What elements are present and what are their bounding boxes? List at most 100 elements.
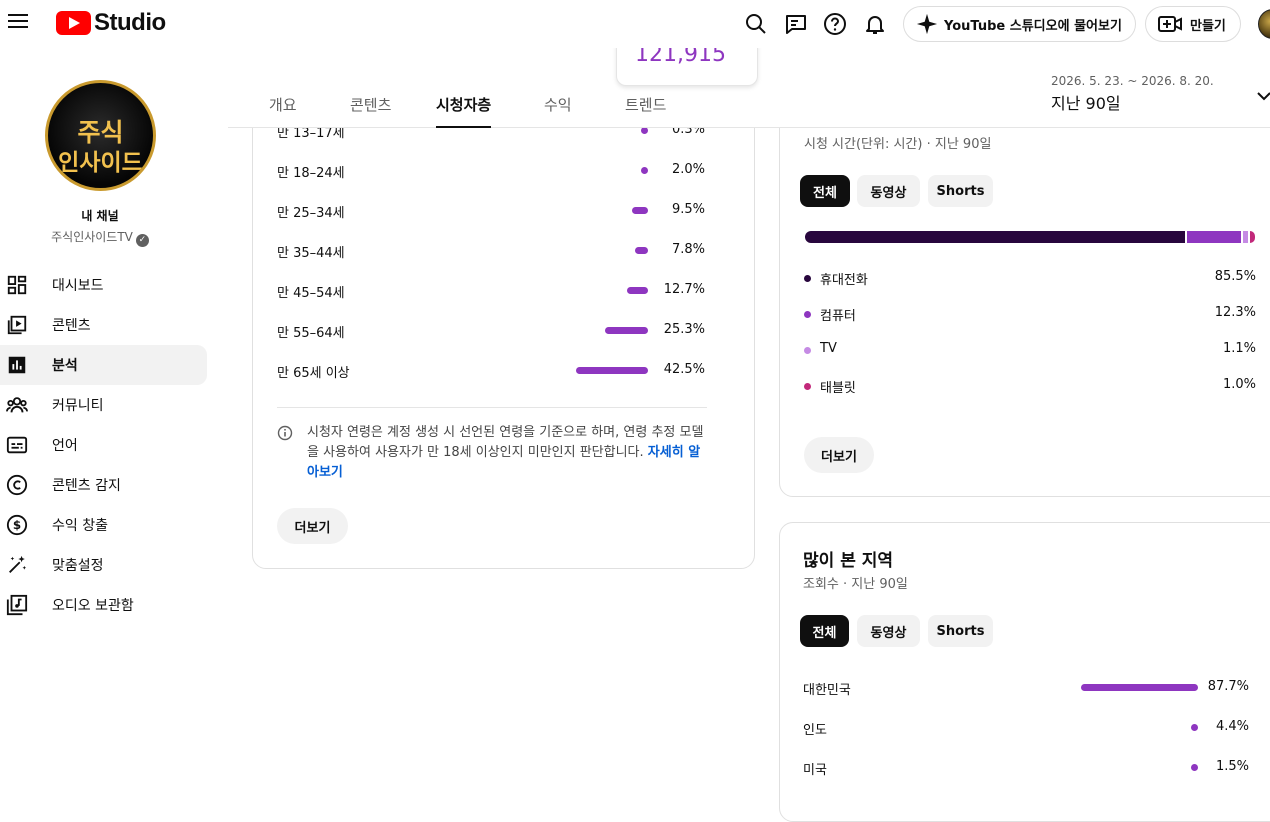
age-info-text: 시청자 연령은 계정 생성 시 선언된 연령을 기준으로 하며, 연령 추정 모… [307,423,707,483]
sidebar-item-label: 콘텐츠 [52,318,91,334]
audio-library-icon [6,594,28,616]
logo-text: Studio [94,9,166,36]
tab-overview[interactable]: 개요 [269,94,297,115]
sidebar-item-subtitles[interactable]: 언어 [0,425,228,465]
age-percent: 9.5% [671,202,705,217]
date-range-text: 2026. 5. 23. ~ 2026. 8. 20. [1051,74,1214,88]
sidebar-item-content[interactable]: 콘텐츠 [0,305,228,345]
my-channel-label: 내 채널 [81,209,119,223]
sidebar-item-label: 수익 창출 [52,518,108,534]
device-stacked-bar [805,231,1255,243]
device-more-button[interactable]: 더보기 [804,437,874,473]
device-label: 태블릿 [820,381,856,396]
sidebar-item-community[interactable]: 커뮤니티 [0,385,228,425]
age-row: 만 65세 이상 42.5% [277,362,707,382]
device-chip-all[interactable]: 전체 [800,175,850,207]
device-percent: 1.1% [1222,341,1256,356]
device-label: 컴퓨터 [820,309,856,324]
sidebar-item-audio-library[interactable]: 오디오 보관함 [0,585,228,625]
age-bar [641,127,648,134]
youtube-play-icon [56,11,91,35]
tab-audience[interactable]: 시청자층 [436,94,492,128]
age-bar [634,247,648,254]
studio-logo[interactable]: Studio [56,9,166,36]
sidebar-item-copyright[interactable]: 콘텐츠 감지 [0,465,228,505]
age-percent: 25.3% [663,322,705,337]
device-bar-segment [1250,231,1255,243]
tab-content[interactable]: 콘텐츠 [350,94,391,115]
search-icon[interactable] [744,12,768,36]
geo-label: 인도 [803,723,827,738]
ask-studio-label: YouTube 스튜디오에 물어보기 [944,18,1122,34]
sidebar-item-customization[interactable]: 맞춤설정 [0,545,228,585]
age-label: 만 35–44세 [277,246,345,261]
channel-name[interactable]: 주식인사이드TV ✓ [0,228,200,247]
age-label: 만 25–34세 [277,206,345,221]
tab-trends[interactable]: 트렌드 [625,94,666,115]
geo-label: 미국 [803,763,827,778]
metric-card-peek: 121,915 [616,44,758,86]
age-bar [631,207,648,214]
create-label: 만들기 [1190,18,1226,34]
age-row: 만 18–24세 2.0% [277,162,707,182]
account-avatar[interactable] [1258,9,1270,39]
chevron-down-icon[interactable] [1256,88,1270,104]
ask-studio-button[interactable]: YouTube 스튜디오에 물어보기 [903,6,1136,42]
device-label: 휴대전화 [820,273,868,288]
copyright-icon [6,474,28,496]
channel-art-line2: 인사이드 [58,150,143,176]
geo-label: 대한민국 [803,683,851,698]
device-row: 휴대전화 85.5% [803,269,1258,289]
sidebar-item-label: 언어 [52,438,78,454]
analytics-tabs-bar: 121,915 개요 콘텐츠 시청자층 수익 트렌드 2026. 5. 23. … [228,44,1270,128]
tab-revenue[interactable]: 수익 [544,94,572,115]
analytics-icon [8,356,26,374]
age-bar [626,287,648,294]
age-label: 만 65세 이상 [277,366,350,381]
create-button[interactable]: 만들기 [1145,6,1241,42]
legend-dot-icon [804,311,811,318]
legend-dot-icon [804,347,811,354]
geo-chip-videos[interactable]: 동영상 [857,615,920,647]
device-bar-segment [1243,231,1249,243]
content-icon [7,315,27,335]
menu-icon[interactable] [8,12,28,28]
channel-name-text: 주식인사이드TV [51,230,133,244]
legend-dot-icon [804,275,811,282]
device-subtitle: 시청 시간(단위: 시간) · 지난 90일 [804,137,992,152]
feedback-icon[interactable] [784,12,808,36]
age-row: 만 35–44세 7.8% [277,242,707,262]
date-range-picker[interactable]: 지난 90일 [1051,90,1121,114]
notifications-bell-icon[interactable] [863,12,887,36]
dashboard-icon [7,275,27,295]
geo-chip-shorts[interactable]: Shorts [928,615,993,647]
sidebar-item-analytics[interactable]: 분석 [0,345,207,385]
device-chip-videos[interactable]: 동영상 [857,175,920,207]
subtitles-icon [6,436,28,454]
device-percent: 1.0% [1222,377,1256,392]
age-label: 만 55–64세 [277,326,345,341]
geo-row: 미국 1.5% [803,759,1249,779]
geo-chip-all[interactable]: 전체 [800,615,849,647]
geo-percent: 87.7% [1207,679,1249,694]
sidebar: 주식 인사이드 내 채널 주식인사이드TV ✓ 대시보드 콘텐츠 분석 커뮤니티 … [0,48,228,786]
age-bar [576,367,648,374]
device-bar-segment [805,231,1185,243]
geo-row: 인도 4.4% [803,719,1249,739]
help-icon[interactable] [823,12,847,36]
sidebar-item-label: 오디오 보관함 [52,598,134,614]
sidebar-item-dashboard[interactable]: 대시보드 [0,265,228,305]
geo-bar [1191,764,1198,771]
age-label: 만 45–54세 [277,286,345,301]
device-percent: 85.5% [1214,269,1256,284]
sidebar-item-earn[interactable]: $ 수익 창출 [0,505,228,545]
community-icon [6,397,28,413]
age-row: 만 45–54세 12.7% [277,282,707,302]
sidebar-nav: 대시보드 콘텐츠 분석 커뮤니티 언어 콘텐츠 감지 $ 수익 창출 맞춤설정 [0,265,228,625]
channel-avatar[interactable]: 주식 인사이드 [45,80,156,191]
geo-bar [1191,724,1198,731]
device-chip-shorts[interactable]: Shorts [928,175,993,207]
sidebar-item-label: 맞춤설정 [52,558,104,574]
age-more-button[interactable]: 더보기 [277,508,348,544]
magic-wand-icon [9,555,27,573]
